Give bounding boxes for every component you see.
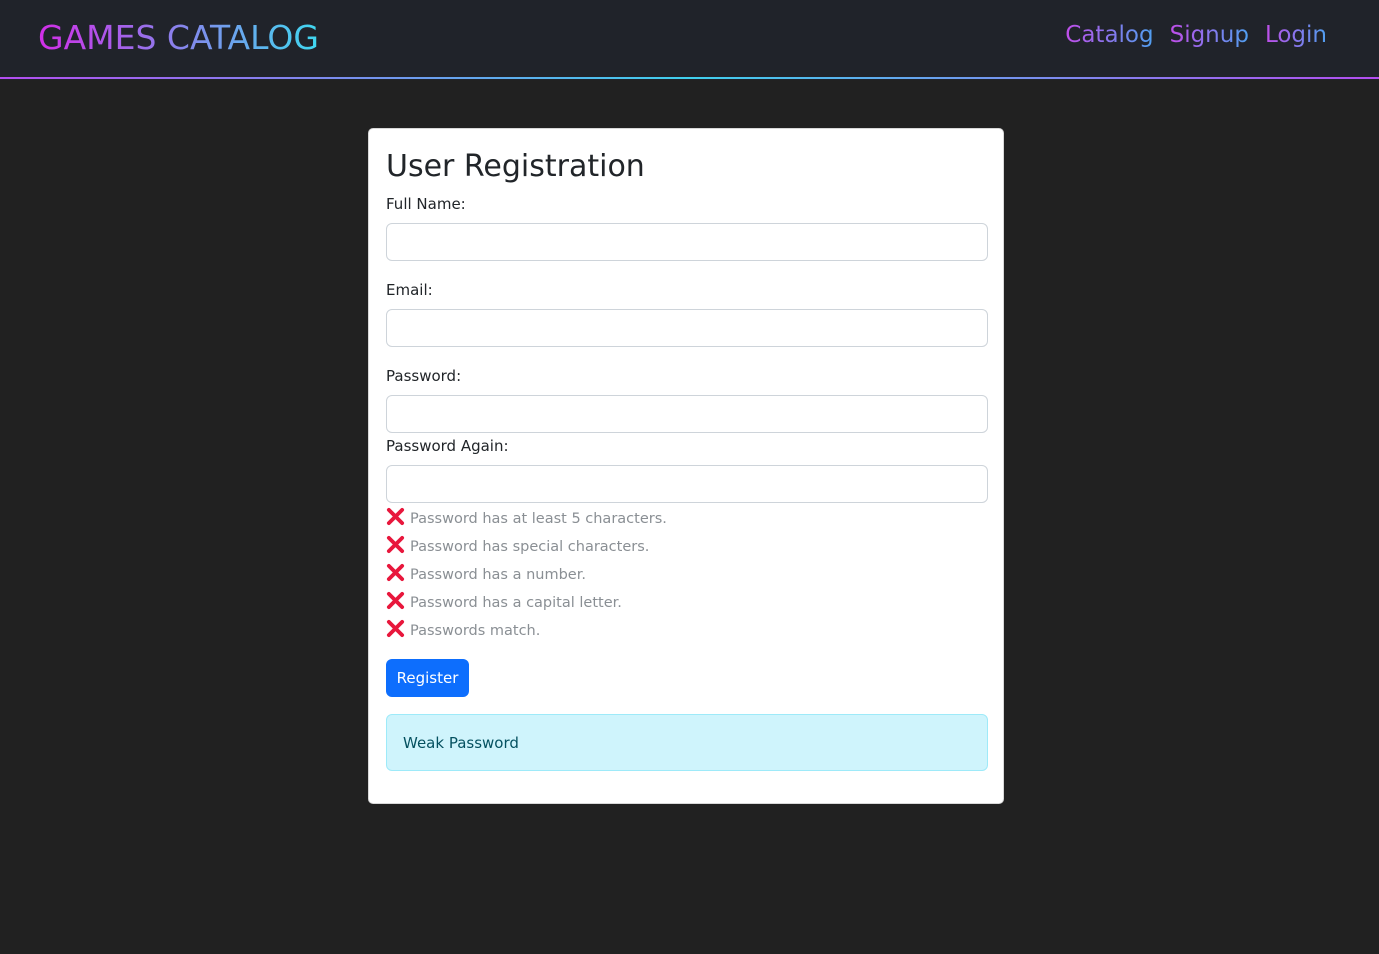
requirement-text: Passwords match.	[410, 623, 541, 639]
password-label: Password:	[386, 367, 462, 385]
registration-card: User Registration Full Name: Email: Pass…	[368, 128, 1004, 804]
x-icon	[386, 619, 405, 637]
full-name-label: Full Name:	[386, 195, 466, 213]
x-icon	[386, 591, 405, 609]
password-strength-alert: Weak Password	[386, 714, 988, 771]
page-title: User Registration	[386, 149, 645, 184]
requirement-special-chars: Password has special characters.	[386, 535, 649, 559]
requirement-number: Password has a number.	[386, 563, 586, 587]
full-name-input[interactable]	[386, 223, 988, 261]
password-again-input[interactable]	[386, 465, 988, 503]
brand-logo-link[interactable]: GAMES CATALOG	[38, 18, 319, 57]
x-icon	[386, 563, 405, 581]
requirement-min-length: Password has at least 5 characters.	[386, 507, 667, 531]
nav-link-catalog[interactable]: Catalog	[1065, 22, 1153, 48]
x-icon	[386, 507, 405, 525]
password-input[interactable]	[386, 395, 988, 433]
requirement-capital-letter: Password has a capital letter.	[386, 591, 622, 615]
top-navbar: GAMES CATALOG Catalog Signup Login	[0, 0, 1379, 80]
requirement-text: Password has a number.	[410, 567, 586, 583]
requirement-text: Password has at least 5 characters.	[410, 511, 667, 527]
requirement-passwords-match: Passwords match.	[386, 619, 540, 643]
email-label: Email:	[386, 281, 433, 299]
nav-link-login[interactable]: Login	[1265, 22, 1327, 48]
navbar-gradient-divider	[0, 77, 1379, 79]
email-input[interactable]	[386, 309, 988, 347]
requirement-text: Password has a capital letter.	[410, 595, 622, 611]
register-button[interactable]: Register	[386, 659, 469, 697]
requirement-text: Password has special characters.	[410, 539, 650, 555]
nav-link-signup[interactable]: Signup	[1170, 22, 1249, 48]
x-icon	[386, 535, 405, 553]
password-again-label: Password Again:	[386, 437, 509, 455]
nav-links: Catalog Signup Login	[1065, 22, 1327, 48]
